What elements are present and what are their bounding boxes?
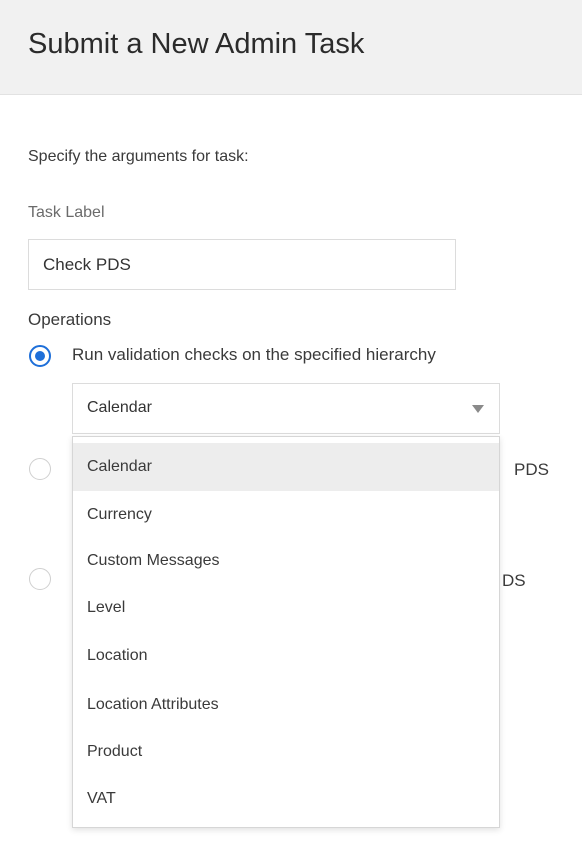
operations-label: Operations (28, 310, 112, 329)
dropdown-option-custom-messages[interactable]: Custom Messages (73, 537, 499, 585)
dropdown-option-level[interactable]: Level (73, 584, 499, 632)
hierarchy-select-value: Calendar (87, 399, 152, 416)
dialog-title: Submit a New Admin Task (28, 28, 365, 60)
chevron-down-icon[interactable] (472, 405, 484, 413)
task-label-input[interactable] (28, 239, 456, 290)
dropdown-option-vat[interactable]: VAT (73, 775, 499, 823)
hierarchy-dropdown-list: Calendar Currency Custom Messages Level … (72, 436, 500, 828)
dropdown-option-product[interactable]: Product (73, 728, 499, 776)
operation-radio-2[interactable] (29, 458, 51, 480)
dropdown-option-location[interactable]: Location (73, 632, 499, 680)
dropdown-option-location-attributes[interactable]: Location Attributes (73, 681, 499, 729)
instructions-text: Specify the arguments for task: (28, 148, 249, 165)
dialog-header: Submit a New Admin Task (0, 0, 582, 95)
operation-label-validate: Run validation checks on the specified h… (72, 345, 436, 364)
operation-radio-validate[interactable] (29, 345, 51, 367)
operation-label-3: DS (502, 571, 526, 590)
task-label-label: Task Label (28, 204, 105, 221)
hierarchy-select[interactable]: Calendar (72, 383, 500, 434)
dropdown-option-currency[interactable]: Currency (73, 491, 499, 539)
operation-radio-3[interactable] (29, 568, 51, 590)
operation-label-2: PDS (514, 460, 549, 479)
dropdown-option-calendar[interactable]: Calendar (73, 443, 499, 491)
